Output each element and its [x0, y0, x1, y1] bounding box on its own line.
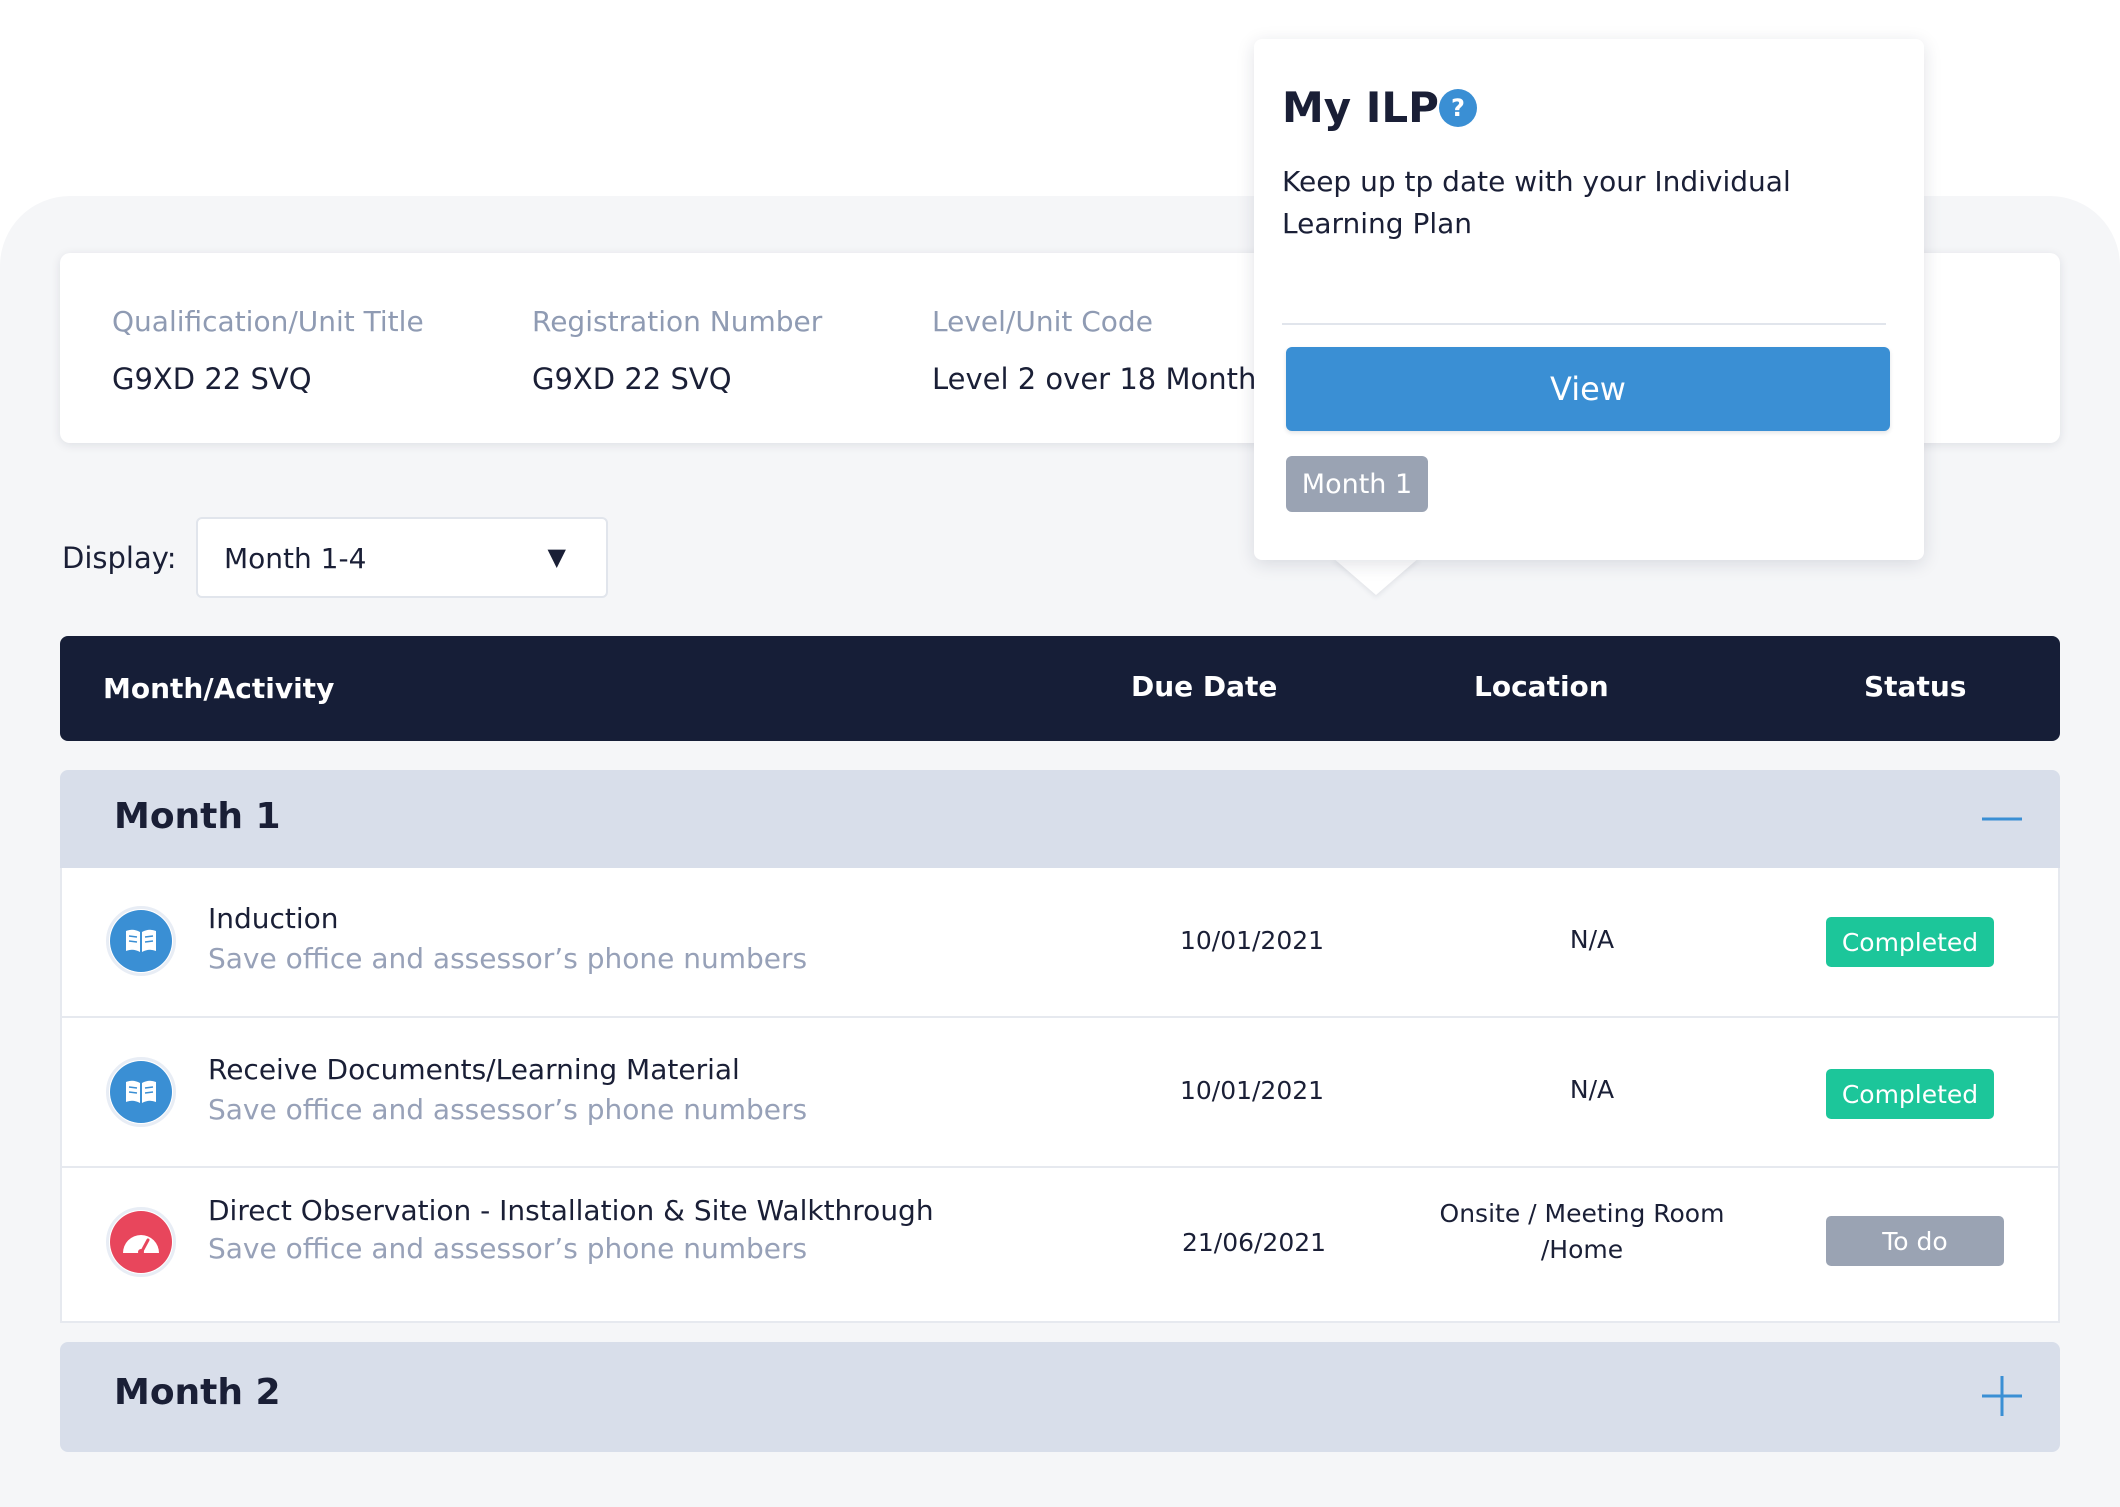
activity-row[interactable]: Direct Observation - Installation & Site…	[62, 1170, 2058, 1320]
location-line: Onsite / Meeting Room	[1439, 1199, 1725, 1228]
qualification-title-label: Qualification/Unit Title	[112, 305, 424, 338]
gauge-icon	[123, 1235, 159, 1255]
view-button[interactable]: View	[1286, 347, 1890, 431]
activity-row[interactable]: Induction Save office and assessor’s pho…	[62, 868, 2058, 1018]
activity-due-date: 10/01/2021	[1179, 926, 1325, 955]
month-activity-list: Induction Save office and assessor’s pho…	[60, 868, 2060, 1323]
app-canvas: Qualification/Unit Title G9XD 22 SVQ Reg…	[0, 0, 2120, 1507]
status-badge: Completed	[1826, 917, 1994, 967]
popover-description: Keep up tp date with your Individual Lea…	[1282, 165, 1791, 240]
status-badge: To do	[1826, 1216, 2004, 1266]
qualification-title-column: Qualification/Unit Title G9XD 22 SVQ	[112, 305, 424, 396]
column-header-status: Status	[1864, 670, 1967, 703]
level-unit-code-label: Level/Unit Code	[932, 305, 1153, 338]
activity-title: Receive Documents/Learning Material	[208, 1053, 740, 1086]
activity-title: Induction	[208, 902, 339, 935]
minus-icon[interactable]	[1980, 797, 2024, 841]
activity-subtitle: Save office and assessor’s phone numbers	[208, 1093, 808, 1126]
column-header-location: Location	[1474, 670, 1609, 703]
activity-row[interactable]: Receive Documents/Learning Material Save…	[62, 1018, 2058, 1168]
activity-due-date: 10/01/2021	[1179, 1076, 1325, 1105]
plus-icon[interactable]	[1980, 1374, 2024, 1418]
display-label: Display:	[62, 541, 177, 575]
status-badge: Completed	[1826, 1069, 1994, 1119]
help-icon[interactable]: ?	[1439, 89, 1477, 127]
activity-subtitle: Save office and assessor’s phone numbers	[208, 942, 808, 975]
popover-arrow	[1332, 557, 1420, 595]
month-chip: Month 1	[1286, 456, 1428, 512]
activity-subtitle: Save office and assessor’s phone numbers	[208, 1232, 808, 1265]
registration-number-value: G9XD 22 SVQ	[532, 362, 732, 396]
registration-number-label: Registration Number	[532, 305, 823, 338]
ilp-popover: My ILP ? Keep up tp date with your Indiv…	[1254, 39, 1924, 560]
month-group-title: Month 1	[114, 796, 281, 837]
activity-due-date: 21/06/2021	[1181, 1228, 1327, 1257]
registration-number-column: Registration Number G9XD 22 SVQ	[532, 305, 822, 396]
level-unit-code-value: Level 2 over 18 Months	[932, 362, 1272, 396]
activity-title: Direct Observation - Installation & Site…	[208, 1194, 934, 1227]
book-icon	[126, 1080, 156, 1103]
column-header-due-date: Due Date	[1131, 670, 1278, 703]
location-line: /Home	[1540, 1235, 1624, 1264]
display-select[interactable]: Month 1-4 ▼	[196, 517, 608, 598]
month-group-header[interactable]: Month 2	[60, 1342, 2060, 1452]
activity-icon	[106, 1207, 176, 1277]
activity-icon	[106, 1057, 176, 1127]
activity-location: N/A	[1569, 925, 1615, 954]
caret-down-icon: ▼	[547, 543, 566, 571]
month-group-title: Month 2	[114, 1372, 281, 1413]
display-select-value: Month 1-4	[224, 542, 367, 575]
book-icon	[126, 929, 156, 952]
month-group-header[interactable]: Month 1	[60, 770, 2060, 868]
popover-title: My ILP	[1282, 83, 1439, 132]
activity-table-header: Month/Activity Due Date Location Status	[60, 636, 2060, 741]
activity-location: Onsite / Meeting Room /Home	[1382, 1196, 1782, 1268]
level-unit-code-column: Level/Unit Code Level 2 over 18 Months	[932, 305, 1271, 396]
activity-location: N/A	[1569, 1075, 1615, 1104]
activity-icon	[106, 906, 176, 976]
qualification-title-value: G9XD 22 SVQ	[112, 362, 312, 396]
divider	[1282, 323, 1886, 325]
column-header-activity: Month/Activity	[103, 672, 335, 705]
